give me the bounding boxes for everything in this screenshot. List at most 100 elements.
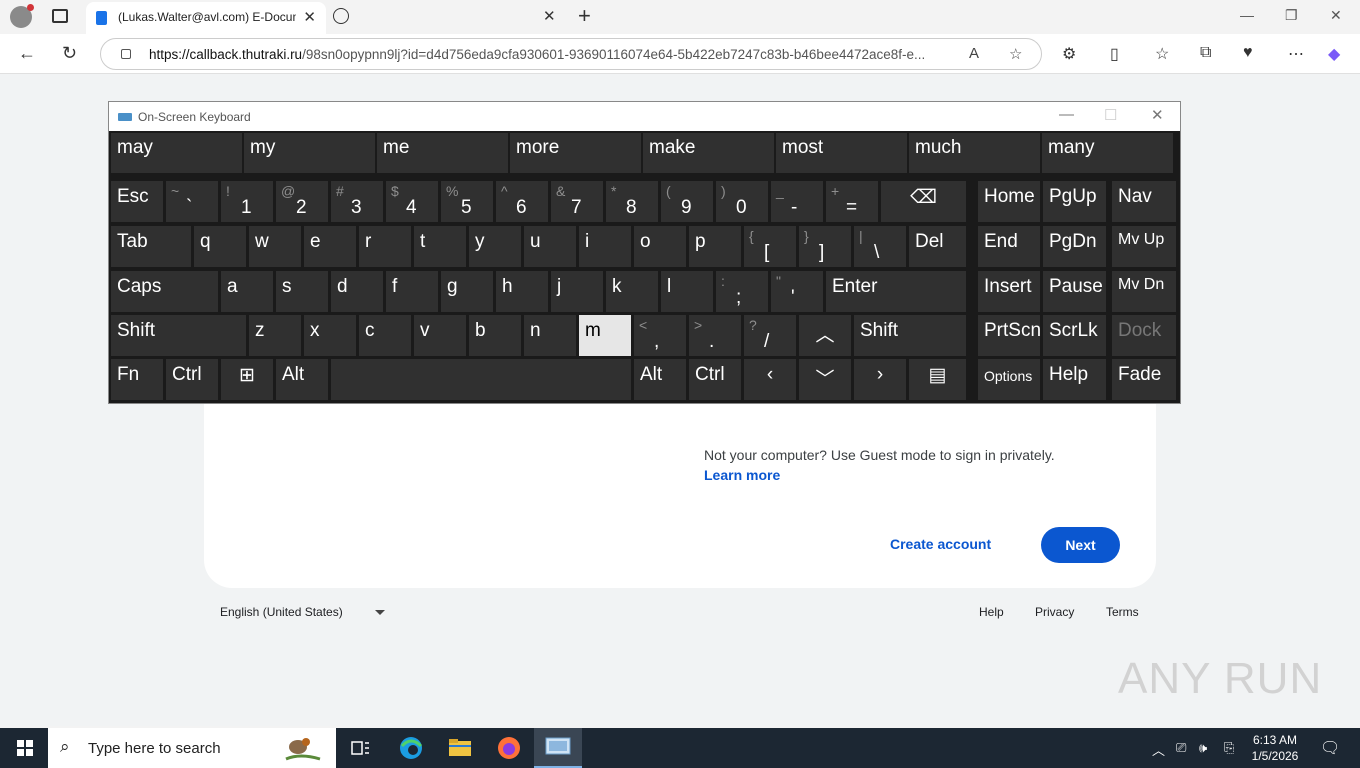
key-y[interactable]: y [469,226,521,267]
key-fade[interactable]: Fade [1112,359,1176,400]
key-s[interactable]: s [276,271,328,312]
key-d[interactable]: d [331,271,383,312]
key-j[interactable]: j [551,271,603,312]
key-ctrl-right[interactable]: Ctrl [689,359,741,400]
key-shift-right[interactable]: Shift [854,315,966,356]
task-view-icon[interactable] [346,734,374,762]
key-num-9[interactable]: (9 [661,181,713,222]
key-pause[interactable]: Pause [1043,271,1106,312]
key-menu[interactable]: ▤ [909,359,966,400]
key-caps[interactable]: Caps [111,271,218,312]
key-num-4[interactable]: $4 [386,181,438,222]
key-x[interactable]: x [304,315,356,356]
key-space[interactable] [331,359,631,400]
key-m[interactable]: m [579,315,631,356]
collections-icon[interactable]: ⧉ [1200,44,1211,62]
key-u[interactable]: u [524,226,576,267]
key-i[interactable]: i [579,226,631,267]
key-backspace[interactable]: ⌫ [881,181,966,222]
key-sym3-1[interactable]: " ' [771,271,823,312]
restore-icon[interactable]: ❐ [1285,7,1298,24]
close-window-icon[interactable]: ✕ [1330,7,1342,24]
key-p[interactable]: p [689,226,741,267]
globe-icon[interactable] [333,8,349,24]
volume-icon[interactable]: 🕪 [1199,740,1207,756]
key-sym4-1[interactable]: >. [689,315,741,356]
key-num-6[interactable]: ^ 6 [496,181,548,222]
copilot-icon[interactable]: ◆ [1328,44,1340,64]
key-options[interactable]: Options [978,359,1040,400]
key-g[interactable]: g [441,271,493,312]
key-num-7[interactable]: & 7 [551,181,603,222]
key-home[interactable]: Home [978,181,1040,222]
key-sym2-2[interactable]: | \ [854,226,906,267]
key-sym4-0[interactable]: <, [634,315,686,356]
refresh-icon[interactable]: ↻ [62,43,77,64]
key-enter[interactable]: Enter [826,271,966,312]
key-q[interactable]: q [194,226,246,267]
key-b[interactable]: b [469,315,521,356]
taskbar-search[interactable]: ⌕ Type here to search [48,728,336,768]
key-pgdn[interactable]: PgDn [1043,226,1106,267]
key-mvdn[interactable]: Mv Dn [1112,271,1176,312]
clock[interactable]: 6:13 AM 1/5/2026 [1250,732,1300,764]
learn-more-link[interactable]: Learn more [704,467,780,483]
key-del[interactable]: Del [909,226,966,267]
prediction-5[interactable]: most [776,133,907,173]
profile-icon[interactable] [10,4,34,28]
key-sym2-1[interactable]: }] [799,226,851,267]
key-t[interactable]: t [414,226,466,267]
key-r[interactable]: r [359,226,411,267]
key-h[interactable]: h [496,271,548,312]
firefox-icon[interactable] [495,734,523,762]
key-insert[interactable]: Insert [978,271,1040,312]
back-icon[interactable]: ← [18,43,36,64]
key-k[interactable]: k [606,271,658,312]
favorite-star-icon[interactable]: ☆ [1009,45,1022,63]
key-v[interactable]: v [414,315,466,356]
key-w[interactable]: w [249,226,301,267]
key-esc[interactable]: Esc [111,181,163,222]
privacy-link[interactable]: Privacy [1035,605,1074,619]
key-help[interactable]: Help [1043,359,1106,400]
prediction-7[interactable]: many [1042,133,1173,173]
key-shift-left[interactable]: Shift [111,315,246,356]
meet-now-icon[interactable]: ⎚ [1176,740,1186,756]
key-num-11[interactable]: _ - [771,181,823,222]
key-prtscn[interactable]: PrtScn [978,315,1041,356]
language-select[interactable]: English (United States) [220,605,343,619]
file-explorer-icon[interactable] [446,734,474,762]
key-z[interactable]: z [249,315,301,356]
key-f[interactable]: f [386,271,438,312]
key-num-2[interactable]: @2 [276,181,328,222]
terms-link[interactable]: Terms [1106,605,1139,619]
key-sym3-0[interactable]: :; [716,271,768,312]
osk-close-icon[interactable]: ✕ [1151,106,1164,124]
key-arrow-right[interactable]: › [854,359,906,400]
minimize-icon[interactable]: — [1240,7,1254,23]
windows-start-icon[interactable] [17,740,33,756]
extensions-icon[interactable]: ⚙ [1062,44,1076,64]
key-a[interactable]: a [221,271,273,312]
key-arrow-up[interactable]: ︿ [799,315,851,356]
key-num-5[interactable]: % 5 [441,181,493,222]
prediction-4[interactable]: make [643,133,774,173]
key-num-3[interactable]: #3 [331,181,383,222]
url-field[interactable]: https://callback.thutraki.ru/98sn0opypnn… [100,38,1042,70]
key-arrow-down[interactable]: ﹀ [799,359,851,400]
key-e[interactable]: e [304,226,356,267]
key-num-10[interactable]: ) 0 [716,181,768,222]
new-tab-button[interactable]: + [578,3,591,29]
key-num-0[interactable]: ~ ` [166,181,218,222]
close-tab-icon[interactable]: ✕ [303,8,316,26]
key-l[interactable]: l [661,271,713,312]
key-num-1[interactable]: ! 1 [221,181,273,222]
favorites-icon[interactable]: ☆ [1155,44,1169,64]
key-nav[interactable]: Nav [1112,181,1176,222]
key-o[interactable]: o [634,226,686,267]
network-icon[interactable]: ⎘ [1224,740,1234,756]
prediction-0[interactable]: may [111,133,242,173]
notifications-icon[interactable]: 🗨 [1320,738,1340,758]
prediction-3[interactable]: more [510,133,641,173]
key-sym4-2[interactable]: ? / [744,315,796,356]
